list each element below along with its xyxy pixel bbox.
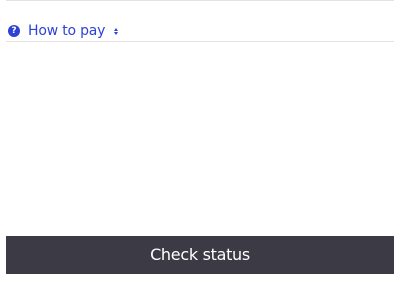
sort-arrows-icon — [114, 26, 119, 36]
section-divider — [6, 41, 394, 42]
check-status-button[interactable]: Check status — [6, 236, 394, 274]
how-to-pay-toggle[interactable]: ? How to pay — [8, 21, 119, 41]
payment-page: ? How to pay Check status — [0, 0, 402, 285]
question-circle-icon: ? — [8, 25, 20, 37]
top-divider — [6, 0, 394, 1]
how-to-pay-label: How to pay — [28, 23, 106, 39]
